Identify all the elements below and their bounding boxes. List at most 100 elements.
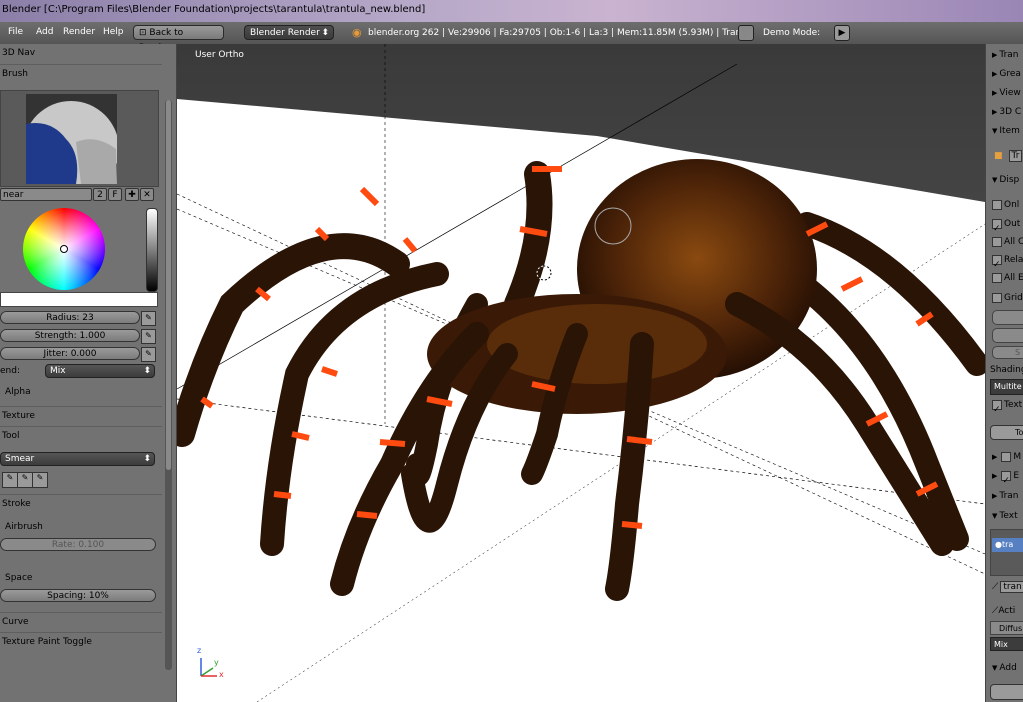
checked-icon: ✓: [1001, 470, 1012, 486]
expanded-arrow-icon: ▼: [992, 127, 998, 135]
tool-icons-row: ✎ ✎ ✎: [0, 472, 50, 488]
texture-slot-label: tra: [1001, 540, 1014, 549]
jitter-slider[interactable]: Jitter: 0.000: [0, 347, 140, 360]
panel-label: E: [1013, 471, 1020, 481]
panel-3d-nav-header[interactable]: 3D Nav: [0, 44, 162, 62]
blender-logo-icon: ◉: [352, 26, 362, 39]
play-button[interactable]: ▶: [834, 25, 850, 41]
panel-tool-header[interactable]: Tool: [0, 426, 162, 444]
demo-mode-label: Demo Mode:: [763, 28, 821, 38]
panel-texture-header[interactable]: Texture: [0, 406, 162, 424]
texture-slot-item[interactable]: ●tra: [992, 538, 1023, 552]
expanded-arrow-icon: ▼: [992, 664, 998, 672]
updown-arrow-icon: ⬍: [143, 454, 151, 464]
pressure-icon[interactable]: ✎: [141, 311, 156, 326]
window-title-bar: Blender [C:\Program Files\Blender Founda…: [0, 0, 1023, 22]
blend-select[interactable]: Mix ⬍: [45, 364, 155, 378]
panel-stroke-header[interactable]: Stroke: [0, 494, 162, 512]
texture-slot-list[interactable]: ●tra: [990, 529, 1023, 576]
panel-brush-header[interactable]: Brush: [0, 64, 162, 82]
checkbox-label: All E: [1004, 273, 1023, 283]
only-render-checkbox[interactable]: Onl: [986, 196, 1023, 214]
menu-help[interactable]: Help: [103, 27, 124, 37]
unlink-brush-icon[interactable]: ✕: [140, 188, 154, 201]
panel-item-header[interactable]: ▼ Item: [986, 122, 1023, 140]
checkbox-icon: [1001, 451, 1012, 462]
subdivision-field[interactable]: S: [992, 346, 1023, 359]
spacing-slider[interactable]: Spacing: 10%: [0, 589, 156, 602]
relationship-checkbox[interactable]: ✓ Rela: [986, 251, 1023, 270]
axis-z-label: z: [197, 646, 202, 655]
tool-value: Smear: [5, 454, 35, 464]
3d-viewport[interactable]: User Ortho z y x: [177, 44, 985, 702]
sphere-icon: ●: [995, 540, 1002, 549]
item-name-row[interactable]: ■ Tr: [986, 147, 1023, 165]
panel-3d-cursor-header[interactable]: ▶ 3D C: [986, 103, 1023, 121]
collapsed-arrow-icon: ▶: [992, 51, 998, 59]
panel-view-header[interactable]: ▶ View: [986, 84, 1023, 102]
panel-label: Tran: [999, 491, 1019, 501]
diffuse-field[interactable]: Diffus: [990, 621, 1023, 635]
texture-image-field[interactable]: tran: [1000, 581, 1023, 593]
all-c-checkbox[interactable]: All C: [986, 233, 1023, 251]
color-picker-cursor[interactable]: [60, 245, 68, 253]
panel-transform-orientation-header[interactable]: ▶ Tran: [986, 487, 1023, 505]
panel-label: Item: [999, 126, 1020, 136]
alpha-label: Alpha: [5, 387, 31, 397]
menu-render[interactable]: Render: [63, 27, 95, 37]
checkbox-label: Rela: [1004, 255, 1023, 265]
panel-curve-header[interactable]: Curve: [0, 612, 162, 630]
panel-e-header[interactable]: ▶ ✓ E: [986, 467, 1023, 486]
render-engine-select[interactable]: Blender Render ⬍: [244, 25, 334, 40]
new-brush-icon[interactable]: ✚: [125, 188, 139, 201]
back-to-previous-button[interactable]: ⊡ Back to Previous: [133, 25, 224, 53]
axis-gizmo: z y x: [197, 646, 227, 680]
brush-preview-image: [26, 94, 117, 184]
smear-tool-icon[interactable]: ✎: [32, 472, 48, 488]
add-button[interactable]: [990, 684, 1023, 700]
panel-transform-header[interactable]: ▶ Tran: [986, 46, 1023, 64]
menu-file[interactable]: File: [8, 27, 23, 37]
panel-display-header[interactable]: ▼ Disp: [986, 171, 1023, 189]
tool-select[interactable]: Smear ⬍: [0, 452, 155, 466]
color-wheel[interactable]: [23, 208, 105, 290]
panel-texture-slots-header[interactable]: ▼ Text: [986, 507, 1023, 525]
panel-grease-header[interactable]: ▶ Grea: [986, 65, 1023, 83]
collapsed-arrow-icon: ▶: [992, 492, 998, 500]
paint-blend-select[interactable]: Mix: [990, 637, 1023, 651]
brush-name-field[interactable]: near: [0, 188, 92, 201]
checkbox-label: All C: [1004, 237, 1023, 247]
menu-add[interactable]: Add: [36, 27, 53, 37]
pressure-icon[interactable]: ✎: [141, 329, 156, 344]
textured-solid-checkbox[interactable]: ✓ Text: [986, 396, 1023, 415]
brush-color-swatch[interactable]: [0, 292, 158, 307]
space-label: Space: [5, 573, 33, 583]
grid-field[interactable]: [992, 328, 1023, 343]
collapsed-arrow-icon: ▶: [992, 108, 998, 116]
outline-checkbox[interactable]: ✓ Out: [986, 215, 1023, 234]
radius-slider[interactable]: Radius: 23: [0, 311, 140, 324]
value-slider[interactable]: [146, 208, 158, 292]
draw-tool-icon[interactable]: ✎: [2, 472, 18, 488]
panel-m-header[interactable]: ▶ M: [986, 448, 1023, 466]
shading-select[interactable]: Multite: [990, 379, 1023, 395]
info-header: File Add Render Help ⊡ Back to Previous …: [0, 22, 1023, 53]
panel-add-header[interactable]: ▼ Add: [986, 659, 1023, 677]
grid-field[interactable]: [992, 310, 1023, 325]
texture-image-row[interactable]: ⟋ tran: [986, 578, 1023, 596]
texture-paint-toggle-button[interactable]: Texture Paint Toggle: [0, 632, 162, 650]
toggle-quad-view-button[interactable]: To: [990, 425, 1023, 440]
pressure-icon[interactable]: ✎: [141, 347, 156, 362]
rate-slider[interactable]: Rate: 0.100: [0, 538, 156, 551]
checked-icon: ✓: [992, 254, 1002, 270]
soften-tool-icon[interactable]: ✎: [17, 472, 33, 488]
all-edges-checkbox[interactable]: All E: [986, 269, 1023, 287]
grid-checkbox[interactable]: Grid: [986, 289, 1023, 307]
tool-shelf-scrollbar[interactable]: [165, 100, 172, 670]
updown-arrow-icon: ⬍: [321, 28, 329, 38]
strength-slider[interactable]: Strength: 1.000: [0, 329, 140, 342]
screen-icon[interactable]: [738, 25, 754, 41]
item-name-field[interactable]: Tr: [1008, 150, 1023, 162]
fake-user-button[interactable]: F: [108, 188, 122, 201]
axis-x-label: x: [219, 670, 224, 679]
